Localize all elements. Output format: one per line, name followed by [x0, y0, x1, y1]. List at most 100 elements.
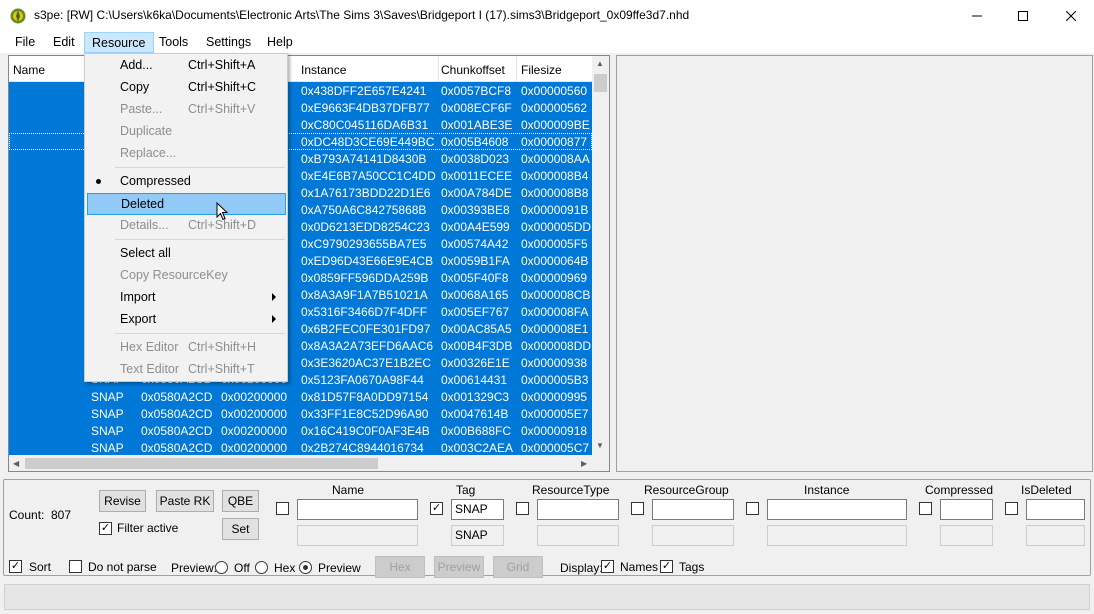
- scroll-up-icon[interactable]: ▲: [596, 59, 604, 68]
- instance-cell: 0xA750A6C84275868B: [301, 203, 427, 217]
- filter-isdeleted-checkbox[interactable]: [1005, 502, 1018, 515]
- menu-item-replace[interactable]: Replace...: [87, 143, 286, 165]
- menu-item-import[interactable]: Import: [87, 287, 286, 309]
- menu-item-duplicate[interactable]: Duplicate: [87, 121, 286, 143]
- menu-resource[interactable]: Resource: [84, 32, 154, 53]
- column-header-name[interactable]: Name: [9, 56, 89, 82]
- preview-button[interactable]: Preview: [434, 556, 484, 578]
- grid-button[interactable]: Grid: [493, 556, 543, 578]
- filesize-cell: 0x00000918: [521, 424, 588, 438]
- vertical-scroll-thumb[interactable]: [594, 74, 607, 92]
- filesize-cell: 0x00000995: [521, 390, 588, 404]
- filter-name-input[interactable]: [297, 499, 418, 520]
- menu-item-text-editor[interactable]: Text Editor Ctrl+Shift+T: [87, 359, 286, 381]
- chunkoffset-cell: 0x0059B1FA: [441, 254, 510, 268]
- instance-cell: 0x33FF1E8C52D96A90: [301, 407, 429, 421]
- tag-cell: SNAP: [91, 441, 124, 455]
- instance-cell: 0x0D6213EDD8254C23: [301, 220, 430, 234]
- menu-item-select-all[interactable]: Select all: [87, 243, 286, 265]
- menu-edit[interactable]: Edit: [46, 32, 82, 53]
- group-cell: 0x00200000: [221, 390, 288, 404]
- filter-resourcegroup-input[interactable]: [652, 499, 734, 520]
- menu-item-details[interactable]: Details... Ctrl+Shift+D: [87, 215, 286, 237]
- type-cell: 0x0580A2CD: [141, 407, 213, 421]
- type-cell: 0x0580A2CD: [141, 424, 213, 438]
- column-header-filesize[interactable]: Filesize: [517, 56, 592, 82]
- menu-item-shortcut: Ctrl+Shift+A: [188, 58, 256, 72]
- instance-cell: 0xED96D43E66E9E4CB: [301, 254, 434, 268]
- filesize-cell: 0x000008B8: [521, 186, 589, 200]
- menu-item-export[interactable]: Export: [87, 309, 286, 331]
- maximize-button[interactable]: [1000, 0, 1046, 31]
- table-row[interactable]: SNAP 0x0580A2CD 0x00200000 0x16C419C0F0AF3E…: [9, 422, 592, 439]
- do-not-parse-label: Do not parse: [88, 560, 157, 574]
- filter-compressed-input[interactable]: [940, 499, 993, 520]
- close-button[interactable]: [1048, 0, 1094, 31]
- names-checkbox[interactable]: ✓: [601, 560, 614, 573]
- menu-tools[interactable]: Tools: [152, 32, 195, 53]
- scroll-left-icon[interactable]: ◀: [13, 459, 19, 468]
- preview-hex-radio[interactable]: [255, 561, 268, 574]
- group-cell: 0x00200000: [221, 407, 288, 421]
- paste-rk-button[interactable]: Paste RK: [156, 490, 214, 512]
- menu-item-add[interactable]: Add... Ctrl+Shift+A: [87, 55, 286, 77]
- filter-resourcetype-checkbox[interactable]: [516, 502, 529, 515]
- hex-button[interactable]: Hex: [375, 556, 425, 578]
- horizontal-scroll-thumb[interactable]: [25, 458, 378, 469]
- filter-tag-input[interactable]: SNAP: [451, 499, 504, 520]
- preview-hex-label: Hex: [274, 561, 296, 575]
- filter-resourcegroup-checkbox[interactable]: [631, 502, 644, 515]
- filter-tag-qbe: SNAP: [451, 525, 504, 546]
- menu-settings[interactable]: Settings: [199, 32, 258, 53]
- filter-tag-checkbox[interactable]: ✓: [430, 502, 443, 515]
- scroll-down-icon[interactable]: ▼: [596, 441, 604, 450]
- filter-resourcetype-input[interactable]: [537, 499, 619, 520]
- table-row[interactable]: SNAP 0x0580A2CD 0x00200000 0x2B274C89440167…: [9, 439, 592, 455]
- scroll-right-icon[interactable]: ▶: [581, 459, 587, 468]
- preview-preview-radio[interactable]: [299, 561, 312, 574]
- chunkoffset-cell: 0x00326E1E: [441, 356, 510, 370]
- menu-item-shortcut: Ctrl+Shift+C: [188, 80, 257, 94]
- menu-separator: [115, 239, 285, 240]
- filter-instance-input[interactable]: [767, 499, 907, 520]
- chunkoffset-cell: 0x005EF767: [441, 305, 510, 319]
- table-row[interactable]: SNAP 0x0580A2CD 0x00200000 0x81D57F8A0DD971…: [9, 388, 592, 405]
- filesize-cell: 0x000008E1: [521, 322, 589, 336]
- do-not-parse-checkbox[interactable]: [69, 560, 82, 573]
- filter-compressed-checkbox[interactable]: [919, 502, 932, 515]
- column-header-chunkoffset[interactable]: Chunkoffset: [437, 56, 517, 82]
- menu-item-compressed[interactable]: Compressed: [87, 171, 286, 193]
- chunkoffset-cell: 0x00AC85A5: [441, 322, 512, 336]
- filesize-cell: 0x000005B3: [521, 373, 589, 387]
- menu-item-copy[interactable]: Copy Ctrl+Shift+C: [87, 77, 286, 99]
- filter-isdeleted-label: IsDeleted: [1021, 483, 1072, 497]
- horizontal-scrollbar[interactable]: ◀ ▶: [9, 455, 592, 471]
- status-bar: [4, 584, 1090, 610]
- minimize-button[interactable]: [954, 0, 1000, 31]
- column-header-instance[interactable]: Instance: [297, 56, 439, 82]
- filter-name-checkbox[interactable]: [276, 502, 289, 515]
- instance-cell: 0x5316F3466D7F4DFF: [301, 305, 428, 319]
- revise-button[interactable]: Revise: [99, 490, 146, 512]
- menu-file[interactable]: File: [8, 32, 42, 53]
- instance-cell: 0xE9663F4DB37DFB77: [301, 101, 430, 115]
- vertical-scrollbar[interactable]: ▲ ▼: [592, 56, 609, 455]
- filesize-cell: 0x000008B4: [521, 169, 589, 183]
- menu-item-label: Compressed: [120, 174, 191, 188]
- sort-checkbox[interactable]: ✓: [9, 560, 22, 573]
- set-button[interactable]: Set: [222, 518, 259, 540]
- table-row[interactable]: SNAP 0x0580A2CD 0x00200000 0x33FF1E8C52D96A…: [9, 405, 592, 422]
- menu-item-hex-editor[interactable]: Hex Editor Ctrl+Shift+H: [87, 337, 286, 359]
- tags-checkbox[interactable]: ✓: [660, 560, 673, 573]
- filesize-cell: 0x000008CB: [521, 288, 591, 302]
- qbe-button[interactable]: QBE: [222, 490, 259, 512]
- filter-isdeleted-input[interactable]: [1026, 499, 1085, 520]
- preview-off-radio[interactable]: [215, 561, 228, 574]
- menu-item-copy-resourcekey[interactable]: Copy ResourceKey: [87, 265, 286, 287]
- menu-item-paste[interactable]: Paste... Ctrl+Shift+V: [87, 99, 286, 121]
- menu-item-label: Copy: [120, 80, 150, 94]
- filter-active-checkbox[interactable]: ✓: [99, 522, 112, 535]
- menu-item-deleted[interactable]: Deleted: [87, 193, 286, 215]
- menu-help[interactable]: Help: [260, 32, 300, 53]
- filter-instance-checkbox[interactable]: [746, 502, 759, 515]
